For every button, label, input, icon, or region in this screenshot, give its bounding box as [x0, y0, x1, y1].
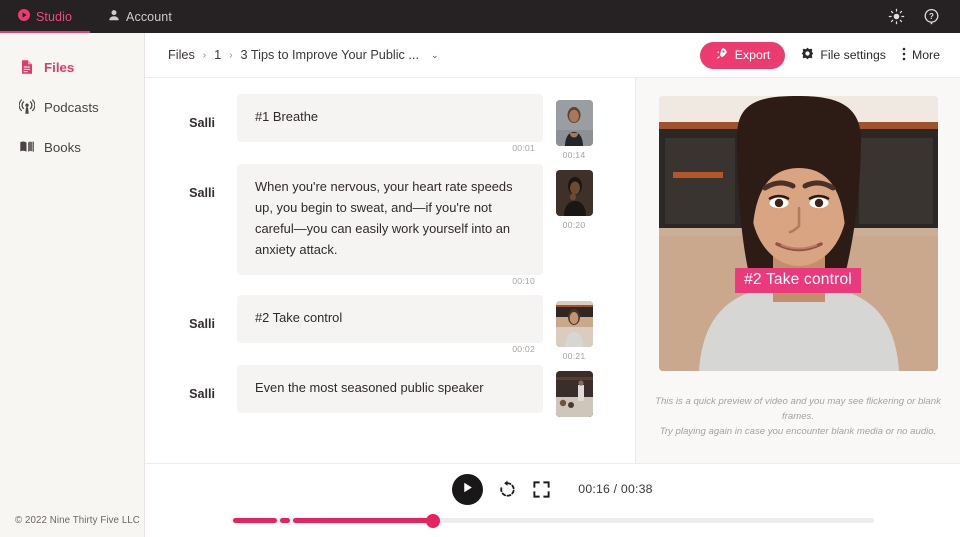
- player-timecode: 00:16 / 00:38: [578, 482, 652, 496]
- transcript-meta: 00:01: [237, 142, 543, 158]
- breadcrumb-item-file[interactable]: 3 Tips to Improve Your Public ...: [241, 48, 419, 62]
- preview-disclaimer: This is a quick preview of video and you…: [648, 395, 948, 440]
- top-nav: Studio Account: [0, 0, 190, 33]
- user-icon: [108, 9, 120, 24]
- segment-end-time: 00:21: [563, 351, 586, 361]
- transcript-bubble-wrap: #2 Take control 00:02: [237, 295, 543, 359]
- transcript-text[interactable]: #1 Breathe: [237, 94, 543, 142]
- top-bar-actions: ?: [888, 0, 960, 33]
- segment-thumbnail[interactable]: [556, 100, 593, 146]
- timeline-segment-filled: [280, 518, 290, 523]
- player-controls: 00:16 / 00:38: [452, 473, 652, 505]
- copyright-text: © 2022 Nine Thirty Five LLC: [15, 515, 140, 526]
- transcript-row[interactable]: Salli Even the most seasoned public spea…: [145, 365, 605, 417]
- timeline-knob[interactable]: [426, 514, 440, 528]
- chevron-down-icon[interactable]: ⌄: [431, 50, 439, 61]
- top-bar: Studio Account: [0, 0, 960, 33]
- export-button-label: Export: [735, 48, 771, 62]
- export-button[interactable]: Export: [700, 42, 786, 69]
- transcript-row[interactable]: Salli #2 Take control 00:02: [145, 295, 605, 361]
- main-area: Files › 1 › 3 Tips to Improve Your Publi…: [145, 33, 960, 537]
- timeline-segment-empty: [608, 518, 718, 523]
- file-settings-button[interactable]: File settings: [801, 47, 886, 63]
- segment-start-time: 00:10: [512, 276, 535, 286]
- segment-thumbnail[interactable]: [556, 170, 593, 216]
- timeline-segment-filled: [293, 518, 431, 523]
- more-label: More: [912, 48, 940, 62]
- player-timeline[interactable]: [231, 514, 874, 526]
- sidebar: Files Podcasts: [0, 33, 145, 537]
- transcript-row[interactable]: Salli When you're nervous, your heart ra…: [145, 164, 605, 291]
- kebab-icon: [902, 47, 906, 64]
- file-settings-label: File settings: [820, 48, 886, 62]
- sidebar-item-books[interactable]: Books: [0, 127, 144, 167]
- top-nav-studio[interactable]: Studio: [0, 0, 90, 33]
- video-caption-overlay: #2 Take control: [735, 268, 861, 293]
- preview-disclaimer-line2: Try playing again in case you encounter …: [648, 425, 948, 440]
- speaker-name: Salli: [145, 365, 237, 401]
- speaker-name: Salli: [145, 94, 237, 130]
- document-icon: [19, 59, 35, 75]
- sidebar-item-files[interactable]: Files: [0, 47, 144, 87]
- record-icon: [18, 9, 30, 24]
- timeline-segment-empty: [449, 518, 567, 523]
- app-body: Files Podcasts: [0, 33, 960, 537]
- transcript-bubble-wrap: Even the most seasoned public speaker: [237, 365, 543, 413]
- segment-start-time: 00:02: [512, 344, 535, 354]
- thumbnail-column: 00:14: [543, 94, 605, 160]
- segment-start-time: 00:01: [512, 143, 535, 153]
- book-icon: [19, 139, 35, 155]
- thumbnail-column: [543, 365, 605, 417]
- transcript-text[interactable]: #2 Take control: [237, 295, 543, 343]
- broadcast-icon: [19, 99, 35, 115]
- top-nav-account-label: Account: [126, 10, 172, 24]
- timeline-segment-filled: [233, 518, 277, 523]
- transcript-bubble-wrap: #1 Breathe 00:01: [237, 94, 543, 158]
- transcript-text[interactable]: Even the most seasoned public speaker: [237, 365, 543, 413]
- toolbar-actions: Export File settings: [700, 42, 940, 69]
- play-icon: [461, 481, 474, 497]
- svg-text:?: ?: [929, 12, 934, 21]
- breadcrumb-toolbar: Files › 1 › 3 Tips to Improve Your Publi…: [145, 33, 960, 78]
- play-button[interactable]: [452, 474, 483, 505]
- breadcrumb-separator: ›: [203, 50, 206, 61]
- segment-end-time: 00:20: [563, 220, 586, 230]
- transcript-meta: 00:02: [237, 343, 543, 359]
- sidebar-item-podcasts[interactable]: Podcasts: [0, 87, 144, 127]
- top-nav-studio-label: Studio: [36, 10, 72, 24]
- player-bar: 00:16 / 00:38: [145, 463, 960, 537]
- top-nav-account[interactable]: Account: [90, 0, 190, 33]
- breadcrumb-item-folder[interactable]: 1: [214, 48, 221, 62]
- video-frame[interactable]: #2 Take control: [659, 96, 938, 371]
- app-window: Studio Account: [0, 0, 960, 537]
- transcript-meta: 00:10: [237, 275, 543, 291]
- segment-thumbnail[interactable]: [556, 301, 593, 347]
- rocket-icon: [715, 47, 728, 63]
- timeline-segment-empty: [569, 518, 605, 523]
- thumbnail-column: 00:21: [543, 295, 605, 361]
- fullscreen-icon[interactable]: [532, 480, 551, 499]
- segment-thumbnail[interactable]: [556, 371, 593, 417]
- sun-icon[interactable]: [888, 8, 905, 25]
- transcript-bubble-wrap: When you're nervous, your heart rate spe…: [237, 164, 543, 291]
- transcript-text[interactable]: When you're nervous, your heart rate spe…: [237, 164, 543, 275]
- sidebar-item-books-label: Books: [44, 140, 81, 155]
- thumbnail-column: 00:20: [543, 164, 605, 230]
- gear-icon: [801, 47, 814, 63]
- sidebar-item-podcasts-label: Podcasts: [44, 100, 99, 115]
- breadcrumb-separator: ›: [229, 50, 232, 61]
- speaker-name: Salli: [145, 295, 237, 331]
- help-icon[interactable]: ?: [923, 8, 940, 25]
- transcript-row[interactable]: Salli #1 Breathe 00:01: [145, 94, 605, 160]
- restart-icon[interactable]: [498, 480, 517, 499]
- breadcrumb: Files › 1 › 3 Tips to Improve Your Publi…: [168, 48, 439, 62]
- breadcrumb-item-files[interactable]: Files: [168, 48, 195, 62]
- segment-end-time: 00:14: [563, 150, 586, 160]
- sidebar-item-files-label: Files: [44, 60, 74, 75]
- speaker-name: Salli: [145, 164, 237, 200]
- more-button[interactable]: More: [902, 47, 940, 64]
- preview-disclaimer-line1: This is a quick preview of video and you…: [648, 395, 948, 425]
